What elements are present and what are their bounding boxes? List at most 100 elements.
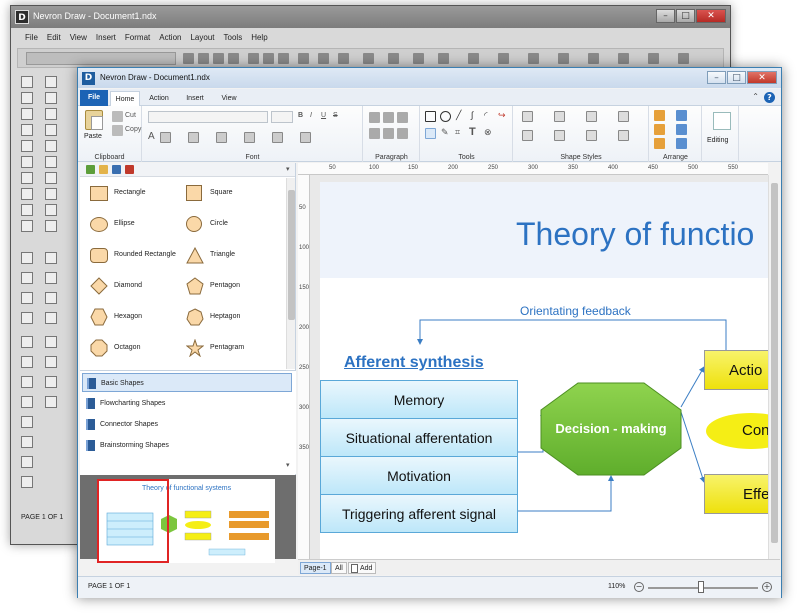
shape-item[interactable]: Hexagon <box>90 308 190 328</box>
zoom-in-icon[interactable] <box>45 336 57 348</box>
shadow-icon[interactable] <box>216 132 227 143</box>
shape-item[interactable]: Heptagon <box>186 308 286 328</box>
align-left-icon[interactable] <box>248 53 259 64</box>
effect-box[interactable]: Effe <box>704 474 768 514</box>
edit-icon[interactable] <box>21 436 33 448</box>
ungroup-icon[interactable] <box>45 272 57 284</box>
connector-tool-icon[interactable] <box>45 188 57 200</box>
layer-icon[interactable] <box>21 376 33 388</box>
all-pages-tab[interactable]: All <box>331 562 347 574</box>
new-icon[interactable] <box>21 76 33 88</box>
send-backward-icon[interactable] <box>676 124 687 135</box>
viewport-rectangle[interactable] <box>97 479 169 563</box>
shape-item[interactable]: Triangle <box>186 246 286 266</box>
action-box[interactable]: Actio <box>704 350 768 390</box>
shadow-style-icon[interactable] <box>586 111 597 122</box>
menu-layout[interactable]: Layout <box>190 30 214 46</box>
style-icon[interactable] <box>413 53 424 64</box>
style-icon[interactable] <box>388 53 399 64</box>
style-icon[interactable] <box>558 53 569 64</box>
drawing-canvas[interactable]: Theory of functio Orientating feedback A… <box>310 175 768 559</box>
shapes-scrollbar[interactable] <box>286 178 295 369</box>
edit-icon[interactable] <box>21 416 33 428</box>
bring-forward-icon[interactable] <box>676 110 687 121</box>
redo-icon[interactable] <box>21 220 33 232</box>
rotate-icon[interactable] <box>676 138 687 149</box>
ellipse-tool-icon[interactable] <box>45 124 57 136</box>
align-top-icon[interactable] <box>369 128 380 139</box>
minimize-button[interactable]: – <box>707 71 726 84</box>
pencil-tool-icon[interactable]: ✎ <box>441 127 449 138</box>
layer-icon[interactable] <box>45 396 57 408</box>
shadow-style-icon[interactable] <box>338 53 349 64</box>
library-item[interactable]: Basic Shapes <box>82 373 292 392</box>
delete-icon[interactable] <box>21 188 33 200</box>
minimize-button[interactable]: – <box>656 9 675 23</box>
group-icon[interactable] <box>45 252 57 264</box>
crop-tool-icon[interactable]: ⌗ <box>455 127 460 138</box>
rotate-tool-icon[interactable] <box>45 220 57 232</box>
maximize-button[interactable]: □ <box>676 9 695 23</box>
style-icon[interactable] <box>588 53 599 64</box>
style-icon[interactable] <box>528 53 539 64</box>
zoom-slider-thumb[interactable] <box>698 581 704 593</box>
effect-style-icon[interactable] <box>554 130 565 141</box>
strikethrough-icon[interactable]: S <box>333 112 338 119</box>
font-size-select[interactable] <box>271 111 293 123</box>
style-icon[interactable] <box>363 53 374 64</box>
distribute-icon[interactable] <box>654 124 665 135</box>
open-icon[interactable] <box>21 92 33 104</box>
bold-icon[interactable]: B <box>298 112 303 119</box>
arrow-style-icon[interactable] <box>522 130 533 141</box>
ribbon-collapse-icon[interactable]: ⌃ <box>752 92 759 101</box>
glow-icon[interactable] <box>272 132 283 143</box>
font-family-select[interactable] <box>148 111 268 123</box>
bevel-style-icon[interactable] <box>618 111 629 122</box>
pointer-icon[interactable] <box>45 76 57 88</box>
pointer-tool-icon[interactable] <box>425 128 436 139</box>
zoom-in-icon[interactable]: + <box>762 582 772 592</box>
thumbnail-page[interactable]: Theory of functional systems <box>97 479 275 563</box>
page-icon[interactable] <box>21 336 33 348</box>
style-icon[interactable] <box>678 53 689 64</box>
shape-item[interactable]: Diamond <box>90 277 190 297</box>
arc-tool-icon[interactable]: ◜ <box>484 110 488 121</box>
align-right-icon[interactable] <box>397 112 408 123</box>
send-back-icon[interactable] <box>45 312 57 324</box>
library-scroll-down-icon[interactable]: ▾ <box>286 461 290 469</box>
rectangle-tool-icon[interactable] <box>45 108 57 120</box>
library-item[interactable]: Flowcharting Shapes <box>82 394 292 413</box>
page-tab[interactable]: Page-1 <box>300 562 331 574</box>
tab-file[interactable]: File <box>80 90 108 106</box>
bold-icon[interactable] <box>183 53 194 64</box>
pattern-style-icon[interactable] <box>618 130 629 141</box>
shape-item[interactable]: Square <box>186 184 286 204</box>
paste-label[interactable]: Paste <box>84 133 102 140</box>
editing-icon[interactable] <box>713 112 731 130</box>
align-middle-icon[interactable] <box>383 128 394 139</box>
drawing-page[interactable]: Theory of functio Orientating feedback A… <box>320 182 768 559</box>
stroke-style-icon[interactable] <box>554 111 565 122</box>
motivation-box[interactable]: Motivation <box>320 456 518 495</box>
shapes-scroll-thumb[interactable] <box>288 190 295 320</box>
fill-style-icon[interactable] <box>298 53 309 64</box>
curve-tool-icon[interactable] <box>45 156 57 168</box>
align-icon[interactable] <box>21 312 33 324</box>
undo-icon[interactable] <box>21 204 33 216</box>
gradient-style-icon[interactable] <box>586 130 597 141</box>
paste-icon[interactable] <box>21 172 33 184</box>
align-bottom-icon[interactable] <box>397 128 408 139</box>
copy-icon[interactable] <box>21 156 33 168</box>
triggering-signal-box[interactable]: Triggering afferent signal <box>320 494 518 533</box>
rectangle-tool-icon[interactable] <box>425 111 436 122</box>
help-icon[interactable]: ? <box>764 92 775 103</box>
layer-icon[interactable] <box>21 396 33 408</box>
fill-style-icon[interactable] <box>522 111 533 122</box>
style-icon[interactable] <box>438 53 449 64</box>
save-icon[interactable] <box>21 108 33 120</box>
edit-icon[interactable] <box>21 476 33 488</box>
library-item[interactable]: Brainstorming Shapes <box>82 436 292 455</box>
afferent-heading[interactable]: Afferent synthesis <box>344 354 484 372</box>
shape-item[interactable]: Rounded Rectangle <box>90 246 190 266</box>
copy-icon[interactable] <box>112 125 123 136</box>
